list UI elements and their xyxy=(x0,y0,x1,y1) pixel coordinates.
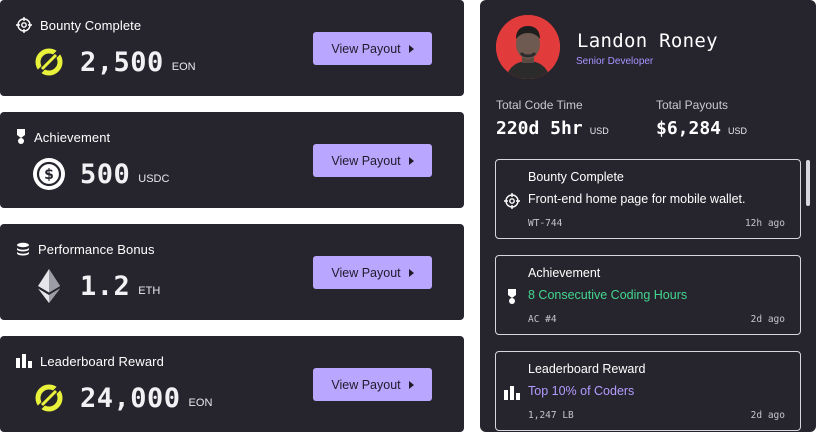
payout-amount: 500 xyxy=(80,158,131,190)
payout-amount: 2,500 xyxy=(80,46,164,78)
view-payout-button[interactable]: View Payout xyxy=(313,256,432,289)
payout-card-performance: Performance Bonus 1.2 ETH View Payout xyxy=(0,224,464,320)
play-arrow-icon xyxy=(408,268,414,277)
payout-card-bounty: Bounty Complete 2,500 EON View Payout xyxy=(0,0,464,96)
eon-coin-icon xyxy=(32,45,66,79)
feed-item-desc: Front-end home page for mobile wallet. xyxy=(528,192,746,206)
feed-item[interactable]: Bounty Complete Front-end home page for … xyxy=(495,159,801,239)
card-title: Performance Bonus xyxy=(38,241,155,257)
button-label: View Payout xyxy=(331,377,401,392)
crosshair-icon xyxy=(504,193,520,209)
feed-item-code: AC #4 xyxy=(528,314,557,325)
play-arrow-icon xyxy=(408,380,414,389)
feed-scrollbar[interactable] xyxy=(806,160,810,206)
payout-unit: EON xyxy=(171,61,196,73)
play-arrow-icon xyxy=(408,44,414,53)
view-payout-button[interactable]: View Payout xyxy=(313,32,432,65)
feed-item-time: 12h ago xyxy=(744,218,785,229)
card-title: Leaderboard Reward xyxy=(40,353,164,369)
profile-role: Senior Developer xyxy=(576,56,654,67)
feed-item-code: WT-744 xyxy=(528,218,563,229)
payout-card-achievement: Achievement $ 500 USDC View Payout xyxy=(0,112,464,208)
stat-unit: USD xyxy=(728,126,748,136)
feed-item[interactable]: Achievement 8 Consecutive Coding Hours A… xyxy=(495,255,801,335)
stat-code-time: 220d 5hr USD xyxy=(496,118,609,139)
feed-item-title: Bounty Complete xyxy=(528,170,624,184)
feed-item-time: 2d ago xyxy=(750,410,785,421)
bar-chart-icon xyxy=(16,354,32,368)
svg-text:$: $ xyxy=(44,167,54,183)
view-payout-button[interactable]: View Payout xyxy=(313,368,432,401)
stat-value: $6,284 xyxy=(656,118,722,139)
feed-item-code: 1,247 LB xyxy=(528,410,574,421)
payout-unit: ETH xyxy=(138,285,161,297)
eon-coin-icon xyxy=(32,381,66,415)
stat-unit: USD xyxy=(589,126,609,136)
medal-icon xyxy=(16,129,26,145)
feed-item[interactable]: Leaderboard Reward Top 10% of Coders 1,2… xyxy=(495,351,801,431)
avatar[interactable] xyxy=(496,15,560,79)
view-payout-button[interactable]: View Payout xyxy=(313,144,432,177)
card-header: Performance Bonus xyxy=(16,240,155,258)
payout-unit: USDC xyxy=(138,173,170,185)
button-label: View Payout xyxy=(331,153,401,168)
bar-chart-icon xyxy=(504,385,520,401)
coins-stack-icon xyxy=(16,242,30,256)
payout-unit: EON xyxy=(188,397,213,409)
card-title: Bounty Complete xyxy=(40,17,142,33)
payout-amount: 1.2 xyxy=(80,270,131,302)
button-label: View Payout xyxy=(331,41,401,56)
usdc-coin-icon: $ xyxy=(32,157,66,191)
card-title: Achievement xyxy=(34,129,111,145)
payout-card-leaderboard: Leaderboard Reward 24,000 EON View Payou… xyxy=(0,336,464,432)
stat-value: 220d 5hr xyxy=(496,118,583,139)
feed-item-title: Achievement xyxy=(528,266,601,280)
stat-label-code-time: Total Code Time xyxy=(496,98,583,112)
feed-item-desc: Top 10% of Coders xyxy=(528,384,635,398)
feed-item-title: Leaderboard Reward xyxy=(528,362,646,376)
payout-amount: 24,000 xyxy=(80,382,181,414)
crosshair-icon xyxy=(16,17,32,33)
stat-payouts: $6,284 USD xyxy=(656,118,747,139)
stat-label-payouts: Total Payouts xyxy=(656,98,729,112)
card-header: Achievement xyxy=(16,128,110,146)
medal-icon xyxy=(504,289,520,305)
profile-name: Landon Roney xyxy=(577,30,718,52)
card-header: Bounty Complete xyxy=(16,16,141,34)
play-arrow-icon xyxy=(408,156,414,165)
feed-item-desc: 8 Consecutive Coding Hours xyxy=(528,288,688,302)
ethereum-icon xyxy=(32,269,66,303)
button-label: View Payout xyxy=(331,265,401,280)
profile-panel: Landon Roney Senior Developer Total Code… xyxy=(480,0,816,432)
card-header: Leaderboard Reward xyxy=(16,352,164,370)
feed-item-time: 2d ago xyxy=(750,314,785,325)
